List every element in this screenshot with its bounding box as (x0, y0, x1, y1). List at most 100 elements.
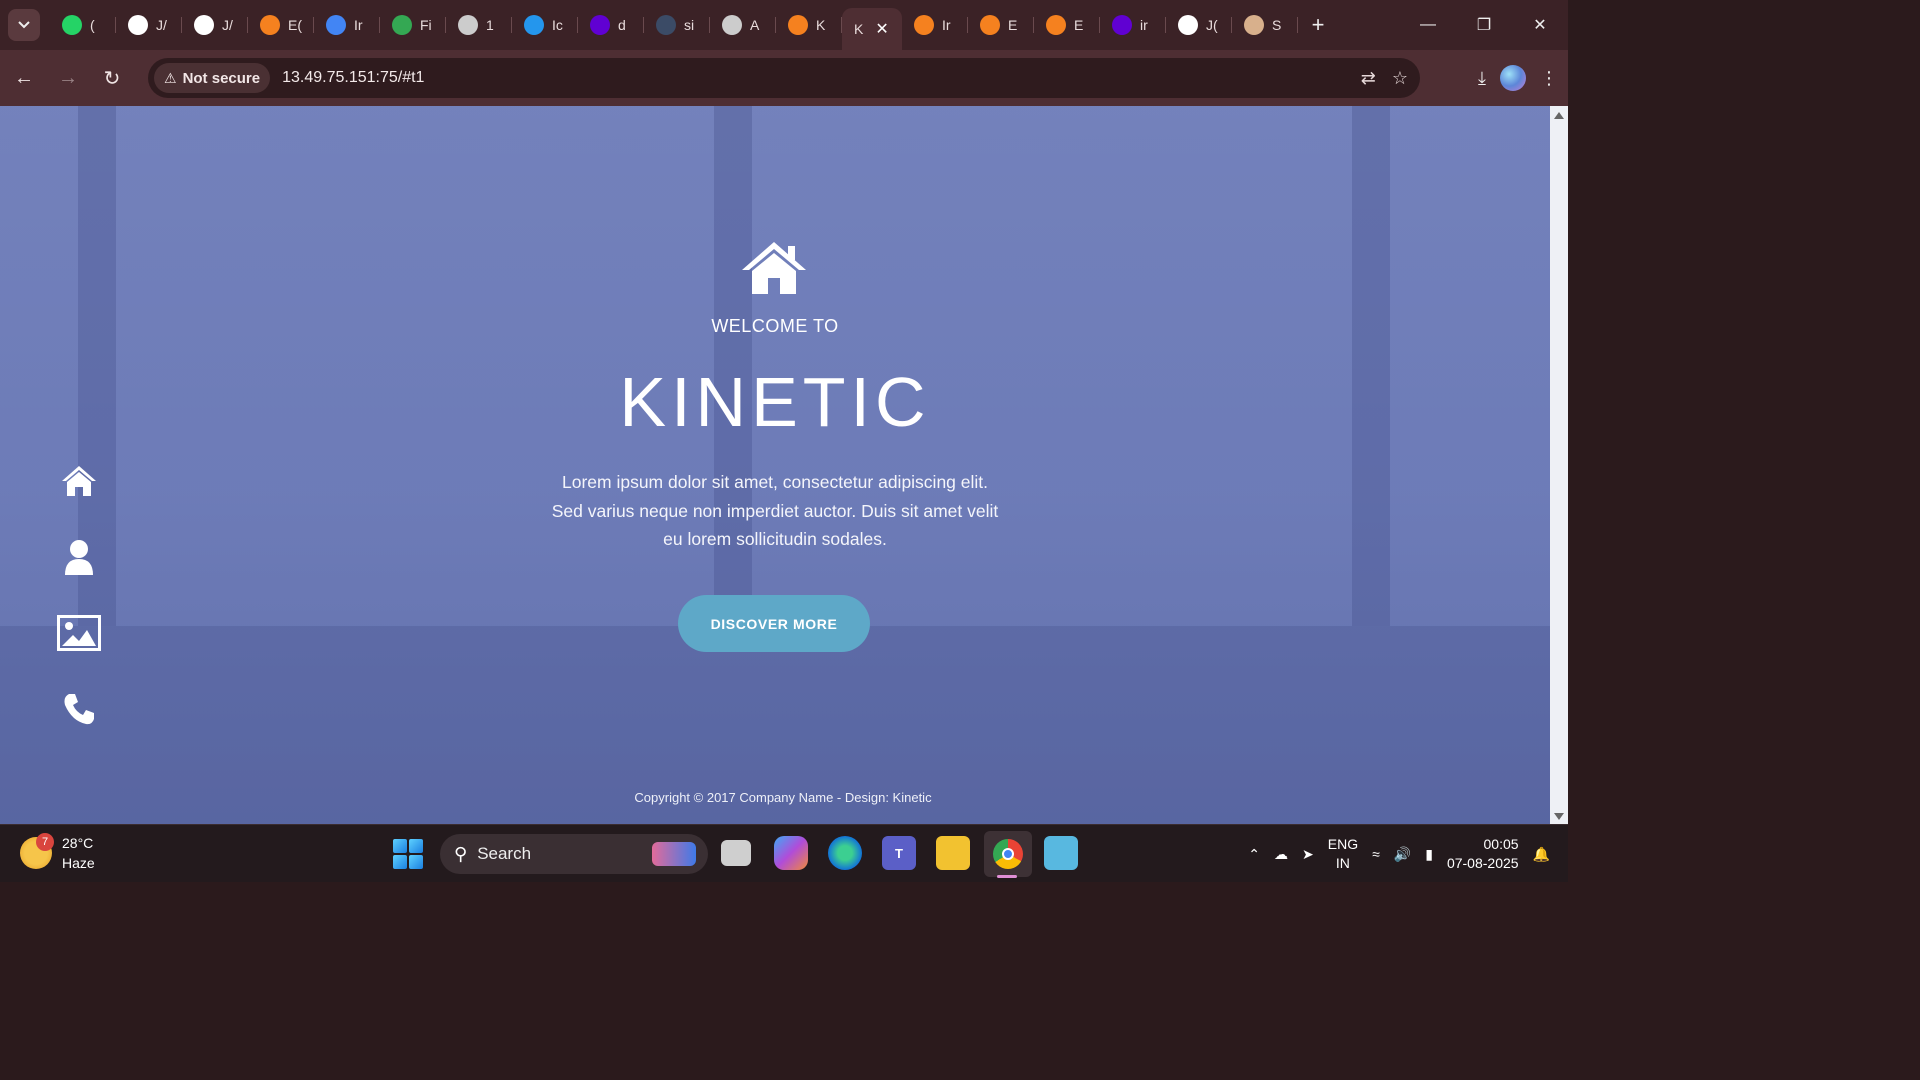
url-text[interactable]: 13.49.75.151:75/#t1 (282, 69, 424, 87)
translate-icon[interactable]: ⇄ (1361, 68, 1376, 89)
github-icon (194, 15, 214, 35)
browser-tab[interactable]: Fi (380, 7, 446, 43)
tab-label: J/ (222, 17, 233, 33)
tab-label: J( (1206, 17, 1218, 33)
weather-badge: 7 (36, 833, 54, 851)
reload-button[interactable]: ↻ (92, 58, 132, 98)
copyright-footer: Copyright © 2017 Company Name - Design: … (634, 790, 932, 805)
language-indicator[interactable]: ENG IN (1328, 835, 1358, 873)
region-line: IN (1335, 855, 1350, 871)
onedrive-icon[interactable]: ☁ (1274, 846, 1288, 863)
tab-label: ir (1140, 17, 1148, 33)
t-letter-icon (788, 15, 808, 35)
phone-icon (64, 694, 94, 725)
file-explorer-icon[interactable] (936, 836, 970, 870)
hero-section: WELCOME TO KINETIC Lorem ipsum dolor sit… (0, 106, 1550, 824)
weather-widget[interactable]: 7 28°C Haze (20, 833, 95, 873)
discover-more-button[interactable]: DISCOVER MORE (678, 595, 870, 652)
tab-label: J/ (156, 17, 167, 33)
vertical-scrollbar[interactable] (1550, 106, 1568, 824)
sidenav-profile[interactable] (56, 534, 102, 580)
browser-tab[interactable]: S (1232, 7, 1298, 43)
minimize-button[interactable]: — (1400, 0, 1456, 50)
lead-paragraph: Lorem ipsum dolor sit amet, consectetur … (520, 468, 1030, 554)
bookmark-star-icon[interactable]: ☆ (1392, 68, 1408, 89)
notepad-icon[interactable] (1044, 836, 1078, 870)
tab-label: Ic (552, 17, 563, 33)
close-tab-icon[interactable]: ✕ (875, 19, 888, 39)
chrome-taskbar-button[interactable] (984, 831, 1032, 877)
browser-tab[interactable]: ir (1100, 7, 1166, 43)
browser-tab-strip: (J/J/E(Ir Fi 1 Ic d si A K K ✕ Ir E Eir J(S + — ❐ ✕ (0, 0, 1568, 50)
notification-icon[interactable]: 🔔 (1533, 846, 1550, 863)
sidenav-contact[interactable] (56, 686, 102, 732)
sidenav-gallery[interactable] (56, 610, 102, 656)
github-icon (128, 15, 148, 35)
browser-tab[interactable]: E (1034, 7, 1100, 43)
security-chip[interactable]: ⚠ Not secure (154, 63, 271, 93)
new-tab-button[interactable]: + (1302, 9, 1334, 41)
sidenav-home[interactable] (56, 458, 102, 504)
teams-icon[interactable]: T (882, 836, 916, 870)
browser-tab[interactable]: J( (1166, 7, 1232, 43)
tab-label: d (618, 17, 626, 33)
close-window-button[interactable]: ✕ (1512, 0, 1568, 50)
battery-icon[interactable]: ▮ (1425, 846, 1433, 863)
browser-tab[interactable]: J/ (182, 7, 248, 43)
edge-browser-icon[interactable] (828, 836, 862, 870)
link-icon (392, 15, 412, 35)
language-line: ENG (1327, 836, 1359, 852)
browser-tab[interactable]: Ir (314, 7, 380, 43)
tab-label: E (1074, 17, 1084, 33)
browser-tab[interactable]: K ✕ (842, 8, 902, 50)
window-controls: — ❐ ✕ (1400, 0, 1568, 50)
windows-logo-pane (393, 855, 407, 869)
avatar-icon (1244, 15, 1264, 35)
tab-label: 1 (486, 17, 494, 33)
start-button[interactable] (393, 839, 423, 869)
windows-logo-pane (409, 839, 423, 853)
restore-button[interactable]: ❐ (1456, 0, 1512, 50)
chrome-icon (993, 839, 1023, 869)
taskbar-search[interactable]: ⚲ Search (440, 834, 708, 874)
browser-tab[interactable]: Ir (902, 7, 968, 43)
browser-tab[interactable]: si (644, 7, 710, 43)
volume-icon[interactable]: 🔊 (1394, 846, 1411, 863)
weather-haze-icon: 7 (20, 833, 54, 869)
clock[interactable]: 00:05 07-08-2025 (1447, 835, 1519, 873)
browser-tab[interactable]: E( (248, 7, 314, 43)
weather-condition-text: Haze (62, 855, 95, 871)
browser-tab[interactable]: Ic (512, 7, 578, 43)
show-hidden-icons-chevron[interactable]: ⌃ (1248, 846, 1260, 863)
forward-button[interactable]: → (48, 58, 88, 98)
address-bar[interactable]: ⚠ Not secure 13.49.75.151:75/#t1 ⇄ ☆ (148, 58, 1420, 98)
tab-search-button[interactable] (8, 9, 40, 41)
aws-orange-icon (914, 15, 934, 35)
wifi-icon[interactable]: ≈ (1372, 846, 1380, 862)
home-icon (742, 242, 806, 294)
browser-tab[interactable]: J/ (116, 7, 182, 43)
browser-tab[interactable]: 1 (446, 7, 512, 43)
browser-tab[interactable]: ( (50, 7, 116, 43)
search-icon: ⚲ (454, 843, 468, 864)
user-icon (65, 540, 93, 575)
welcome-text: WELCOME TO (711, 316, 839, 336)
scroll-down-arrow[interactable] (1554, 813, 1564, 820)
back-button[interactable]: ← (4, 58, 44, 98)
task-view-icon[interactable] (721, 840, 751, 866)
browser-tab[interactable]: d (578, 7, 644, 43)
docker-icon (524, 15, 544, 35)
browser-tab[interactable]: K (776, 7, 842, 43)
browser-tab[interactable]: A (710, 7, 776, 43)
globe-icon (722, 15, 742, 35)
download-icon[interactable]: ⤓ (1478, 68, 1486, 89)
copilot-icon[interactable] (774, 836, 808, 870)
browser-tab[interactable]: E (968, 7, 1034, 43)
scroll-up-arrow[interactable] (1554, 112, 1564, 119)
aws-cube-icon (1046, 15, 1066, 35)
location-arrow-icon[interactable]: ➤ (1302, 846, 1314, 863)
chrome-icon-center (1002, 848, 1014, 860)
menu-kebab-icon[interactable]: ⋮ (1540, 68, 1558, 89)
tab-label: Fi (420, 17, 432, 33)
profile-avatar[interactable] (1500, 65, 1526, 91)
